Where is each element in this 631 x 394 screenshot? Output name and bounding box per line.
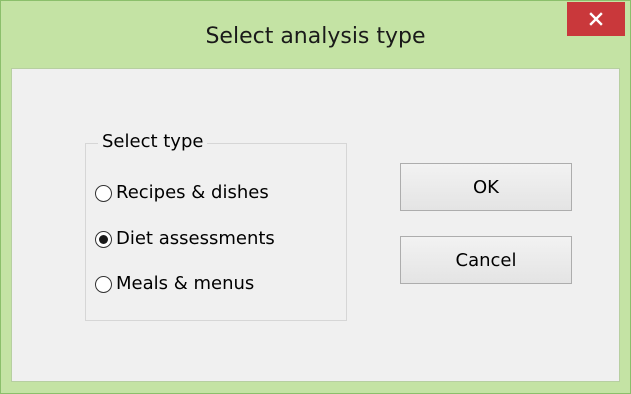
radio-button[interactable]: [95, 275, 112, 293]
dialog-body: Select type Recipes & dishes Diet assess…: [11, 68, 620, 382]
close-button[interactable]: [567, 2, 625, 36]
radio-button[interactable]: [95, 230, 112, 248]
radio-label: Recipes & dishes: [116, 182, 269, 203]
group-label: Select type: [98, 130, 208, 154]
radio-button[interactable]: [95, 184, 112, 202]
dialog-window: Select analysis type Select type Recipes…: [0, 0, 631, 394]
cancel-button[interactable]: Cancel: [400, 236, 572, 284]
radio-meals-menus[interactable]: Meals & menus: [95, 270, 254, 298]
radio-label: Diet assessments: [116, 228, 275, 249]
select-type-group: Select type Recipes & dishes Diet assess…: [85, 130, 347, 321]
ok-button[interactable]: OK: [400, 163, 572, 211]
radio-recipes-dishes[interactable]: Recipes & dishes: [95, 179, 269, 207]
close-icon: [589, 12, 603, 26]
radio-diet-assessments[interactable]: Diet assessments: [95, 225, 275, 253]
dialog-title: Select analysis type: [205, 24, 426, 49]
radio-label: Meals & menus: [116, 273, 255, 294]
title-bar[interactable]: Select analysis type: [1, 1, 630, 67]
